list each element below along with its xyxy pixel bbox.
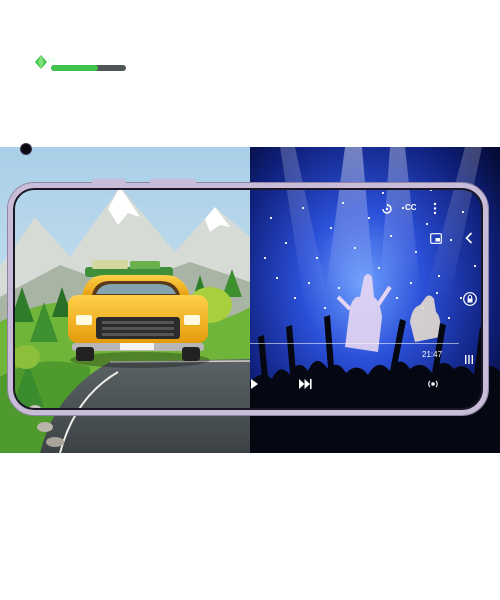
picture-in-picture-icon[interactable] <box>430 233 442 244</box>
play-icon[interactable] <box>251 379 258 389</box>
lock-button[interactable] <box>463 292 477 306</box>
cc-icon: CC <box>405 203 417 212</box>
phone-volume-button <box>92 179 126 184</box>
video-time: 21:47 <box>422 350 443 359</box>
menu-bars-icon[interactable] <box>465 355 473 364</box>
lock-icon <box>463 292 477 306</box>
phone-power-button <box>150 179 196 184</box>
health-bar <box>51 65 126 71</box>
split-screen-scene <box>0 147 500 453</box>
seek-bar[interactable] <box>250 343 459 344</box>
front-camera <box>21 144 31 154</box>
health-bar-fill <box>51 65 98 71</box>
cc-button[interactable]: CC <box>405 204 417 212</box>
game-illustration <box>0 147 250 453</box>
game-scene[interactable] <box>0 147 250 453</box>
audio-icon[interactable] <box>427 378 439 390</box>
chevron-left-icon[interactable] <box>465 232 473 244</box>
more-vertical-icon[interactable] <box>433 202 437 215</box>
game-health-hud: 46 <box>33 53 128 73</box>
health-count: 46 <box>46 56 55 65</box>
rotate-icon[interactable] <box>381 203 393 215</box>
skip-next-icon[interactable] <box>299 379 312 389</box>
